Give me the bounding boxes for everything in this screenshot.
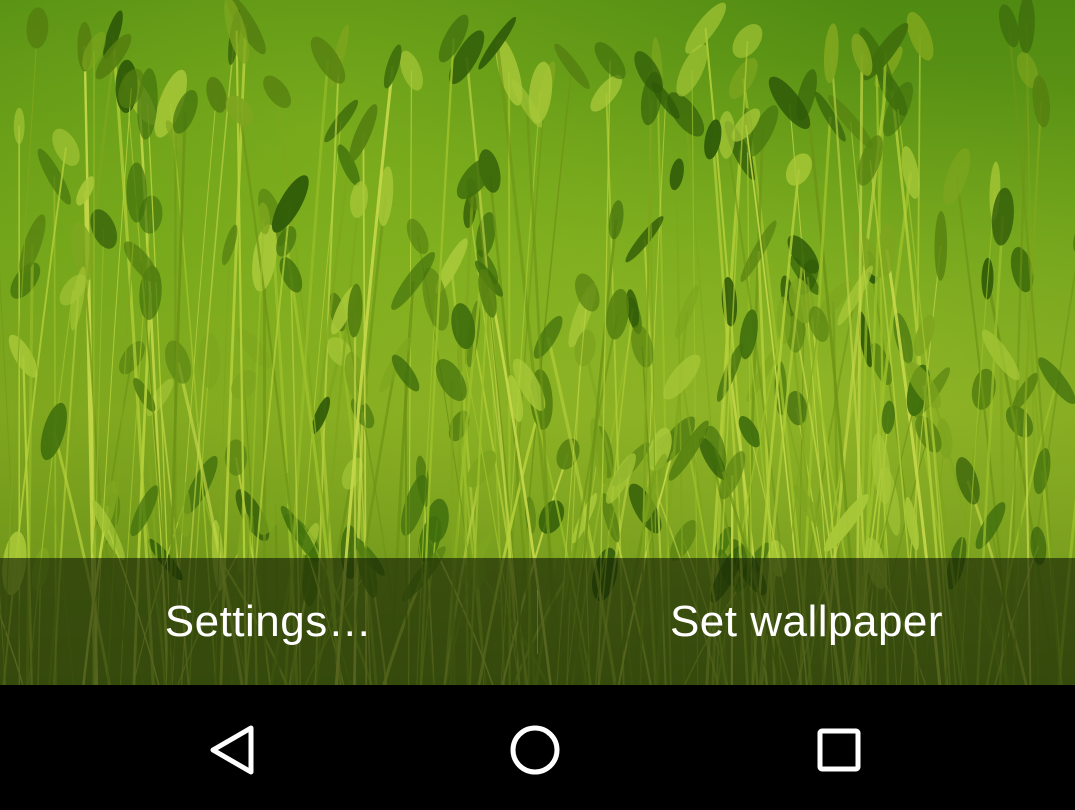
back-triangle-icon bbox=[210, 725, 254, 775]
set-wallpaper-button[interactable]: Set wallpaper bbox=[538, 558, 1075, 685]
live-wallpaper-preview: Settings… Set wallpaper bbox=[0, 0, 1075, 810]
navigation-bar bbox=[0, 685, 1075, 810]
wallpaper-action-bar: Settings… Set wallpaper bbox=[0, 558, 1075, 685]
settings-button[interactable]: Settings… bbox=[0, 558, 537, 685]
recents-button[interactable] bbox=[794, 705, 884, 795]
settings-button-label: Settings… bbox=[164, 596, 373, 646]
home-circle-icon bbox=[510, 725, 560, 775]
back-button[interactable] bbox=[188, 705, 278, 795]
recents-square-icon bbox=[817, 728, 861, 772]
home-button[interactable] bbox=[490, 705, 580, 795]
set-wallpaper-button-label: Set wallpaper bbox=[669, 596, 944, 646]
